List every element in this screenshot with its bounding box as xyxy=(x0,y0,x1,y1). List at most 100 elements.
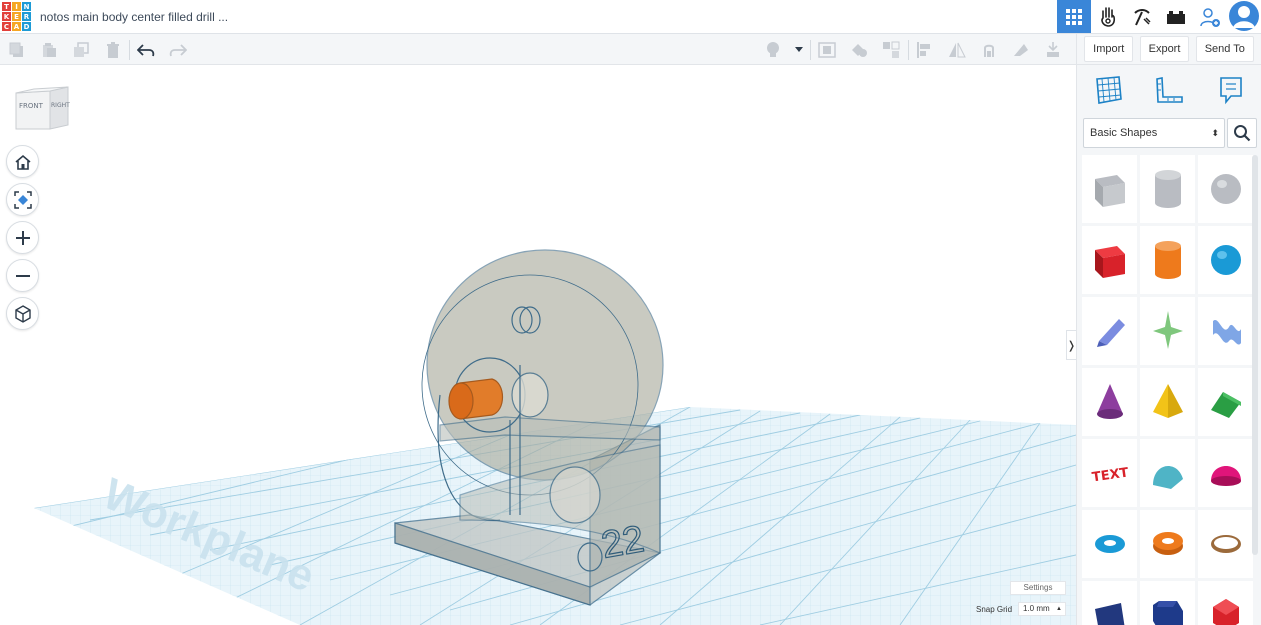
logo-letter: N xyxy=(22,2,31,11)
tube-icon xyxy=(1147,520,1189,569)
import-button[interactable]: Import xyxy=(1084,36,1134,62)
graphic-icon xyxy=(1147,307,1189,356)
shape-shape-generators[interactable] xyxy=(1198,297,1253,365)
cylinder-icon xyxy=(1147,236,1189,285)
logo-letter: T xyxy=(2,2,11,11)
zoom-in-button[interactable] xyxy=(6,221,39,254)
collapse-panel-chevron-icon[interactable]: ❭ xyxy=(1066,330,1076,360)
logo-letter: I xyxy=(12,2,21,11)
ring-icon xyxy=(1205,520,1247,569)
workplane-scene[interactable]: Workplane 22 xyxy=(0,65,1076,625)
shape-roof[interactable] xyxy=(1198,368,1253,436)
shape-sphere[interactable] xyxy=(1198,226,1253,294)
chevron-updown-icon: ▲ xyxy=(1056,606,1062,612)
light-bulb-icon[interactable] xyxy=(762,39,784,61)
3d-viewport[interactable]: Workplane 22 FRONT RIGHT Settings Snap G… xyxy=(0,65,1076,625)
snap-grid-label: Snap Grid xyxy=(976,605,1013,614)
shape-library-value: Basic Shapes xyxy=(1090,127,1158,139)
cone-icon xyxy=(1089,378,1131,427)
panel-scrollbar[interactable] xyxy=(1252,155,1258,555)
shape-cylinder-hole[interactable] xyxy=(1140,155,1195,223)
shape-library-select[interactable]: Basic Shapes ⬍ xyxy=(1083,118,1225,148)
ruler-icon[interactable] xyxy=(1151,72,1187,108)
icosahedron-icon xyxy=(1205,591,1247,625)
notes-icon[interactable] xyxy=(1213,72,1249,108)
shape-tube[interactable] xyxy=(1140,510,1195,578)
redo-icon[interactable] xyxy=(167,39,189,61)
cruise-icon[interactable] xyxy=(978,39,1000,61)
paste-icon[interactable] xyxy=(38,39,60,61)
bricks-icon[interactable] xyxy=(1159,0,1193,33)
logo-letter: E xyxy=(12,12,21,21)
shape-cylinder[interactable] xyxy=(1140,226,1195,294)
user-avatar-icon[interactable] xyxy=(1229,1,1259,31)
send-to-button[interactable]: Send To xyxy=(1195,36,1254,62)
ungroup-icon[interactable] xyxy=(848,39,870,61)
snap-grid-select[interactable]: 1.0 mm ▲ xyxy=(1018,602,1066,616)
logo-letter: A xyxy=(12,22,21,31)
shape-round-roof[interactable] xyxy=(1140,439,1195,507)
dropdown-icon[interactable] xyxy=(788,39,810,61)
mirror-icon[interactable] xyxy=(946,39,968,61)
zoom-out-button[interactable] xyxy=(6,259,39,292)
torus-icon xyxy=(1089,520,1131,569)
sphere-hole-icon xyxy=(1205,165,1247,214)
snap-grid-value: 1.0 mm xyxy=(1023,604,1050,613)
shape-wedge[interactable] xyxy=(1082,581,1137,625)
delete-icon[interactable] xyxy=(102,39,124,61)
home-view-button[interactable] xyxy=(6,145,39,178)
3d-design-grid-icon[interactable] xyxy=(1057,0,1091,33)
shape-pyramid[interactable] xyxy=(1140,368,1195,436)
shape-graphic[interactable] xyxy=(1140,297,1195,365)
undo-icon[interactable] xyxy=(135,39,157,61)
workplane-icon[interactable] xyxy=(1090,72,1126,108)
shape-box[interactable] xyxy=(1082,226,1137,294)
model-number-label: 22 xyxy=(598,518,647,567)
shape-box-hole[interactable] xyxy=(1082,155,1137,223)
copy-icon[interactable] xyxy=(6,39,28,61)
box-icon xyxy=(1089,236,1131,285)
svg-text:TEXT: TEXT xyxy=(1091,465,1130,485)
invite-user-icon[interactable] xyxy=(1193,0,1227,33)
hole-icon[interactable] xyxy=(880,39,902,61)
view-cube[interactable]: FRONT RIGHT xyxy=(14,85,70,135)
duplicate-icon[interactable] xyxy=(70,39,92,61)
settings-button[interactable]: Settings xyxy=(1010,581,1066,595)
polygon-icon xyxy=(1147,591,1189,625)
shape-ring[interactable] xyxy=(1198,510,1253,578)
search-icon xyxy=(1234,125,1251,142)
shape-text[interactable]: TEXT xyxy=(1082,439,1137,507)
shape-torus[interactable] xyxy=(1082,510,1137,578)
round-roof-icon xyxy=(1147,449,1189,498)
edit-toolbar xyxy=(0,34,1076,65)
sphere-icon xyxy=(1205,236,1247,285)
search-button[interactable] xyxy=(1227,118,1257,148)
flip-icon[interactable] xyxy=(1010,39,1032,61)
logo-letter: R xyxy=(22,12,31,21)
align-icon[interactable] xyxy=(914,39,936,61)
shapes-panel: Basic Shapes ⬍ TEXT xyxy=(1076,65,1261,625)
shape-generators-icon xyxy=(1205,307,1247,356)
shape-half-sphere[interactable] xyxy=(1198,439,1253,507)
logo-letter: D xyxy=(22,22,31,31)
circuits-hand-icon[interactable] xyxy=(1091,0,1125,33)
shape-polygon[interactable] xyxy=(1140,581,1195,625)
roof-icon xyxy=(1205,378,1247,427)
text-icon: TEXT xyxy=(1089,449,1131,498)
fit-view-button[interactable] xyxy=(6,183,39,216)
shape-cone[interactable] xyxy=(1082,368,1137,436)
scribble-icon xyxy=(1089,307,1131,356)
shape-icosahedron[interactable] xyxy=(1198,581,1253,625)
document-title[interactable]: notos main body center filled drill ... xyxy=(40,10,228,24)
top-bar: TIN KER CAD notos main body center filled … xyxy=(0,0,1261,34)
perspective-toggle-button[interactable] xyxy=(6,297,39,330)
shape-scribble[interactable] xyxy=(1082,297,1137,365)
pyramid-icon xyxy=(1147,378,1189,427)
half-sphere-icon xyxy=(1205,449,1247,498)
export-button[interactable]: Export xyxy=(1139,36,1190,62)
group-icon[interactable] xyxy=(816,39,838,61)
shape-sphere-hole[interactable] xyxy=(1198,155,1253,223)
tinkercad-logo[interactable]: TIN KER CAD xyxy=(2,2,31,31)
drop-icon[interactable] xyxy=(1042,39,1064,61)
pickaxe-icon[interactable] xyxy=(1125,0,1159,33)
